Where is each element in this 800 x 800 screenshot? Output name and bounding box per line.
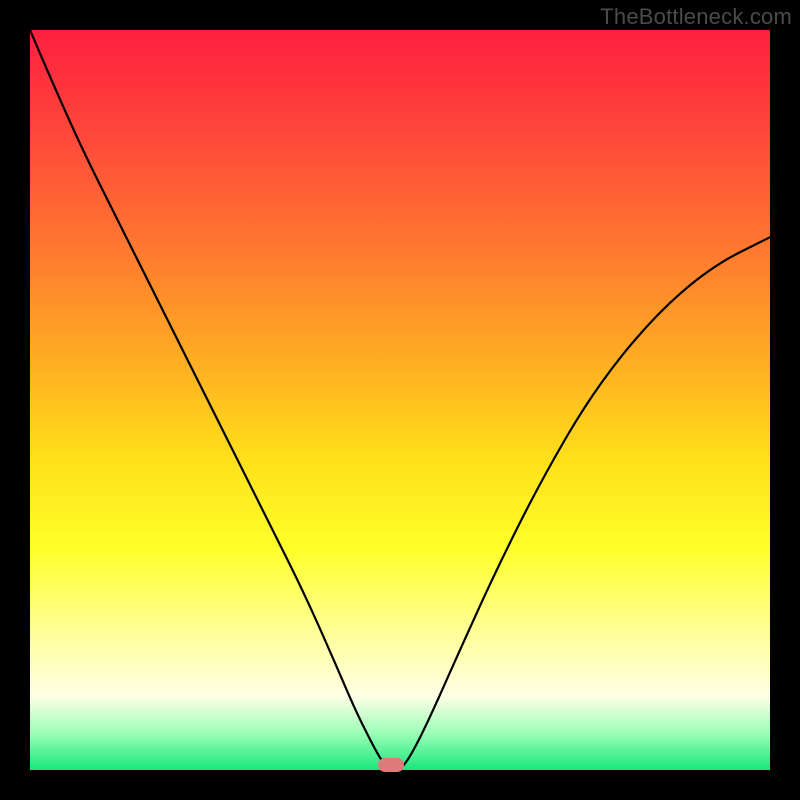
watermark-text: TheBottleneck.com [600, 4, 792, 30]
curve-path [30, 30, 770, 770]
optimum-marker [378, 758, 404, 772]
chart-frame: TheBottleneck.com [0, 0, 800, 800]
plot-area [30, 30, 770, 770]
bottleneck-curve [30, 30, 770, 770]
